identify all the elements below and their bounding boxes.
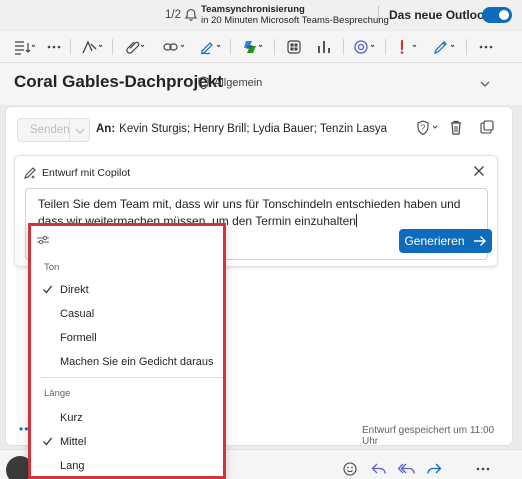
menu-item-label: Formell [60, 332, 97, 344]
generate-button[interactable]: Generieren [399, 229, 492, 253]
draft-saved-status: Entwurf gespeichert um 11:00 Uhr [362, 425, 495, 447]
more-icon[interactable] [476, 467, 490, 471]
checkmark-icon [43, 437, 52, 446]
meeting-notification[interactable]: Teamsynchronisierung in 20 Minuten Micro… [201, 4, 389, 26]
menu-item-label: Casual [60, 308, 95, 320]
recipients: Kevin Sturgis; Henry Brill; Lydia Bauer;… [119, 123, 387, 135]
format-text-icon[interactable] [10, 36, 38, 58]
help-icon[interactable]: ? [416, 120, 440, 136]
ribbon-separator [274, 39, 275, 55]
checkmark-icon [43, 285, 52, 294]
send-divider [69, 119, 70, 141]
menu-item-label: Direkt [60, 284, 89, 296]
send-label: Senden [30, 124, 70, 136]
more-icon[interactable] [44, 36, 64, 58]
draw-icon[interactable] [78, 36, 106, 58]
menu-item-formell[interactable]: Formell [31, 327, 223, 351]
link-icon[interactable] [160, 36, 188, 58]
signature-icon[interactable] [196, 36, 224, 58]
chevron-down-icon[interactable] [478, 77, 492, 91]
menu-item-label: Kurz [60, 412, 83, 424]
arrow-right-icon [473, 236, 486, 246]
copilot-pen-icon [24, 167, 36, 179]
generate-label: Generieren [404, 234, 465, 248]
svg-text:?: ? [421, 124, 426, 133]
new-outlook-toggle[interactable] [482, 7, 512, 23]
ribbon-separator [343, 39, 344, 55]
reply-all-icon[interactable] [398, 462, 416, 476]
copilot-header: Entwurf mit Copilot [23, 166, 130, 180]
copilot-icon[interactable] [238, 36, 266, 58]
notification-counter: 1/2 [165, 9, 181, 21]
tone-length-menu: Ton Direkt Casual Formell Machen Sie ein… [28, 223, 226, 479]
title-bar: 1/2 Teamsynchronisierung in 20 Minuten M… [0, 0, 522, 30]
send-button[interactable]: Senden [17, 118, 90, 142]
menu-item-label: Machen Sie ein Gedicht daraus [60, 356, 214, 368]
popout-icon[interactable] [480, 120, 494, 134]
tune-icon[interactable] [36, 235, 50, 245]
menu-divider [41, 377, 223, 378]
menu-item-kurz[interactable]: Kurz [31, 407, 223, 431]
subject-bar: Coral Gables-Dachprojekt Allgemein [0, 63, 522, 105]
ribbon-separator [112, 39, 113, 55]
importance-icon[interactable] [392, 36, 420, 58]
close-icon[interactable] [473, 165, 485, 177]
menu-item-casual[interactable]: Casual [31, 303, 223, 327]
new-outlook-label: Das neue Outlook [389, 8, 492, 22]
divider [378, 6, 379, 24]
length-header: Länge [44, 388, 71, 399]
chevron-down-icon[interactable] [75, 127, 85, 135]
copilot-title: Entwurf mit Copilot [42, 167, 131, 179]
menu-item-gedicht[interactable]: Machen Sie ein Gedicht daraus [31, 351, 223, 375]
chart-icon[interactable] [312, 36, 336, 58]
menu-item-direkt[interactable]: Direkt [31, 279, 223, 303]
loop-icon[interactable] [350, 36, 378, 58]
sensitivity-icon[interactable] [430, 36, 458, 58]
more-icon[interactable] [476, 36, 496, 58]
to-field[interactable]: An: Kevin Sturgis; Henry Brill; Lydia Bau… [96, 123, 387, 135]
ribbon-separator [70, 39, 71, 55]
forward-icon[interactable] [426, 462, 442, 476]
sensitivity-label[interactable]: Allgemein [214, 77, 262, 89]
menu-item-mittel[interactable]: Mittel [31, 431, 223, 455]
reply-icon[interactable] [371, 462, 387, 476]
ribbon-separator [466, 39, 467, 55]
apps-icon[interactable] [282, 36, 306, 58]
ribbon-separator [385, 39, 386, 55]
menu-item-lang[interactable]: Lang [31, 455, 223, 476]
menu-item-label: Lang [60, 460, 85, 472]
notification-title: Teamsynchronisierung [201, 4, 305, 15]
to-label: An: [96, 123, 116, 135]
ribbon-toolbar [0, 31, 522, 63]
page-title[interactable]: Coral Gables-Dachprojekt [14, 72, 223, 92]
notification-subtitle: in 20 Minuten Microsoft Teams-Besprechun… [201, 15, 389, 26]
menu-item-label: Mittel [60, 436, 87, 448]
attach-icon[interactable] [120, 36, 148, 58]
shield-icon [198, 76, 209, 90]
text-caret [355, 214, 357, 227]
bell-icon[interactable] [184, 8, 198, 22]
trash-icon[interactable] [449, 120, 463, 136]
emoji-icon[interactable] [343, 462, 357, 476]
ribbon-separator [230, 39, 231, 55]
tone-header: Ton [44, 262, 60, 273]
